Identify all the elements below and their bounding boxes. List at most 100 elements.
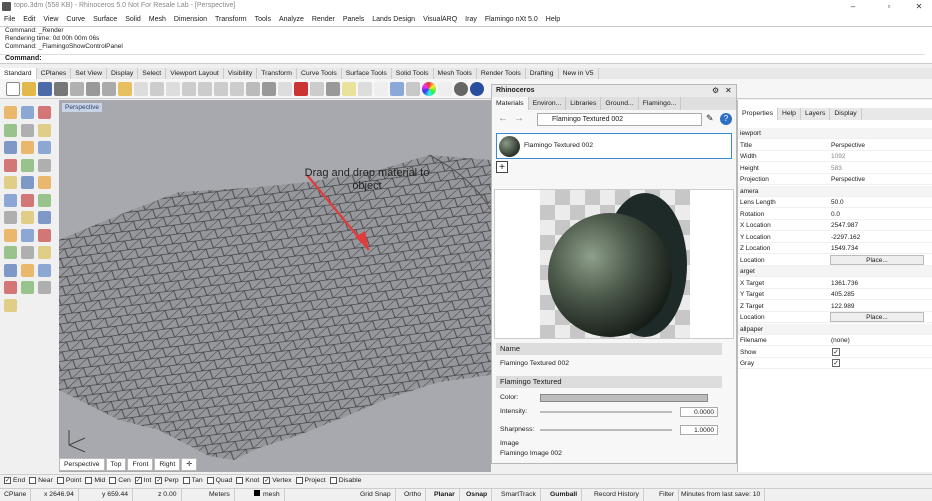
tab-libraries[interactable]: Libraries	[566, 97, 602, 110]
tab-environments[interactable]: Environ...	[529, 97, 567, 110]
ortho-toggle[interactable]: Ortho	[400, 489, 426, 501]
mirror-icon[interactable]	[4, 263, 17, 277]
checkbox-icon[interactable]	[295, 476, 303, 484]
menu-help[interactable]: Help	[542, 14, 564, 26]
point-icon[interactable]	[4, 106, 17, 119]
menu-iray[interactable]: Iray	[461, 14, 481, 26]
tab-set-view[interactable]: Set View	[71, 68, 107, 79]
tab-help[interactable]: Help	[778, 108, 801, 120]
osnap-disable[interactable]: Disable	[329, 475, 361, 487]
circle-icon[interactable]	[21, 123, 34, 137]
checkbox-icon[interactable]	[182, 476, 190, 484]
property-row[interactable]: Filename (none)	[738, 335, 932, 347]
tab-drafting[interactable]: Drafting	[526, 68, 559, 79]
check-icon[interactable]	[38, 281, 51, 294]
shaded-icon[interactable]	[326, 82, 340, 96]
checkbox-icon[interactable]: ✓	[134, 476, 142, 484]
property-row[interactable]: Location Place...	[738, 312, 932, 324]
property-row[interactable]: Y Target 405.285	[738, 289, 932, 301]
open-file-icon[interactable]	[22, 82, 36, 96]
checkbox-icon[interactable]: ✓	[263, 476, 271, 484]
fillet-icon[interactable]	[38, 193, 51, 207]
record-history-toggle[interactable]: Record History	[590, 489, 644, 501]
menu-render[interactable]: Render	[308, 14, 339, 26]
import-icon[interactable]	[70, 82, 84, 96]
tab-materials[interactable]: Materials	[492, 97, 529, 110]
copy-icon[interactable]	[102, 82, 116, 96]
box-icon[interactable]	[21, 158, 34, 172]
property-row[interactable]: Projection Perspective	[738, 174, 932, 186]
pan-icon[interactable]	[150, 82, 164, 96]
sharpness-slider[interactable]	[540, 429, 672, 431]
osnap-near[interactable]: Near	[29, 475, 53, 487]
property-row[interactable]: Rotation 0.0	[738, 209, 932, 220]
status-layer[interactable]: mesh	[250, 489, 285, 501]
osnap-toggle[interactable]: Osnap	[462, 489, 493, 501]
menu-visualarq[interactable]: VisualARQ	[419, 14, 461, 26]
rotate-view-icon[interactable]	[166, 82, 180, 96]
hide-icon[interactable]	[438, 82, 452, 96]
perspective-viewport[interactable]: Perspective	[59, 100, 491, 472]
layer-icon[interactable]	[390, 82, 404, 96]
cylinder-icon[interactable]	[4, 176, 17, 189]
tab-layers[interactable]: Layers	[801, 108, 831, 120]
color-swatch[interactable]	[540, 394, 708, 402]
checkbox-icon[interactable]: ✓	[155, 476, 163, 484]
tab-cplanes[interactable]: CPlanes	[37, 68, 72, 79]
osnap-knot[interactable]: Knot	[236, 475, 259, 487]
osnap-point[interactable]: Point	[56, 475, 81, 487]
select-icon[interactable]	[342, 82, 356, 96]
boolean-icon[interactable]	[21, 193, 34, 207]
tab-flamingo[interactable]: Flamingo...	[639, 97, 682, 110]
property-checkbox[interactable]: ✓	[832, 359, 840, 367]
menu-curve[interactable]: Curve	[62, 14, 89, 26]
image-value[interactable]: Flamingo Image 002	[496, 447, 722, 461]
smarttrack-toggle[interactable]: SmartTrack	[497, 489, 541, 501]
ellipse-icon[interactable]	[4, 141, 17, 154]
checkbox-icon[interactable]: ✓	[4, 476, 11, 484]
new-file-icon[interactable]	[6, 82, 20, 96]
property-row[interactable]: Width 1092	[738, 151, 932, 163]
checkbox-icon[interactable]	[236, 476, 244, 484]
freeform-icon[interactable]	[4, 158, 17, 172]
move-icon[interactable]	[38, 228, 51, 242]
add-viewport-icon[interactable]: ✛	[181, 458, 197, 471]
checkbox-icon[interactable]	[329, 476, 337, 484]
render-icon[interactable]	[294, 82, 308, 96]
tab-display[interactable]: Display	[107, 68, 139, 79]
grid-snap-toggle[interactable]: Grid Snap	[356, 489, 396, 501]
tab-curve-tools[interactable]: Curve Tools	[297, 68, 342, 79]
property-row[interactable]: Show ✓	[738, 347, 932, 358]
explode-icon[interactable]	[21, 228, 34, 242]
paste-icon[interactable]	[118, 82, 132, 96]
flamingo-textured-section[interactable]: Flamingo Textured	[496, 376, 722, 388]
osnap-mid[interactable]: Mid	[85, 475, 105, 487]
checkbox-icon[interactable]	[109, 476, 117, 484]
analyze-icon[interactable]	[4, 298, 17, 312]
properties-icon[interactable]	[406, 82, 420, 96]
save-icon[interactable]	[38, 82, 52, 96]
trim-icon[interactable]	[21, 211, 34, 224]
menu-analyze[interactable]: Analyze	[275, 14, 308, 26]
gumball-toggle[interactable]: Gumball	[546, 489, 583, 501]
rotate-icon[interactable]	[21, 246, 34, 259]
intensity-input[interactable]: 0.0000	[680, 407, 718, 417]
tools-icon[interactable]: ✎	[706, 113, 714, 124]
maximize-icon[interactable]: ▫	[878, 1, 900, 13]
osnap-icon[interactable]	[358, 82, 372, 96]
property-row[interactable]: Z Target 122.989	[738, 301, 932, 312]
tab-front[interactable]: Front	[127, 458, 154, 471]
wireframe-icon[interactable]	[310, 82, 324, 96]
scale-icon[interactable]	[38, 246, 51, 259]
cplane-icon[interactable]	[278, 82, 292, 96]
rectangle-icon[interactable]	[21, 141, 34, 154]
tab-transform[interactable]: Transform	[257, 68, 297, 79]
back-arrow-icon[interactable]: ←	[498, 113, 508, 124]
tab-select[interactable]: Select	[138, 68, 167, 79]
arc-icon[interactable]	[38, 123, 51, 137]
tab-mesh-tools[interactable]: Mesh Tools	[434, 68, 477, 79]
tab-top[interactable]: Top	[105, 458, 127, 471]
undo-icon[interactable]	[134, 82, 148, 96]
filter-toggle[interactable]: Filter	[655, 489, 680, 501]
set-view-icon[interactable]	[246, 82, 260, 96]
